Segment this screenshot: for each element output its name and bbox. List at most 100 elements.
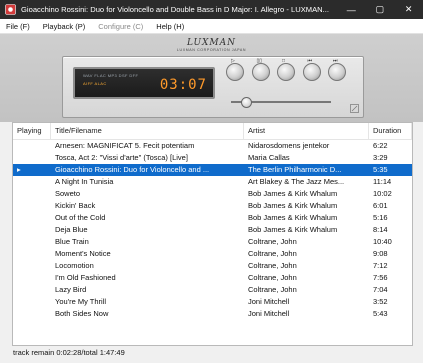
menu-file[interactable]: File (F)	[6, 22, 30, 31]
column-artist[interactable]: Artist	[244, 123, 369, 139]
track-duration: 6:22	[373, 141, 388, 150]
playing-indicator	[13, 212, 51, 224]
table-row[interactable]: Locomotion Coltrane, John 7:12	[13, 260, 412, 272]
track-title: I'm Old Fashioned	[55, 273, 116, 282]
track-title: Lazy Bird	[55, 285, 87, 294]
table-row[interactable]: I'm Old Fashioned Coltrane, John 7:56	[13, 272, 412, 284]
playing-indicator	[13, 224, 51, 236]
menu-configure[interactable]: Configure (C)	[98, 22, 143, 31]
track-title: Out of the Cold	[55, 213, 106, 222]
track-artist: Maria Callas	[248, 153, 290, 162]
stop-icon: □	[282, 58, 286, 64]
transport-buttons: ▷ ▯▯ □ ⏮ ⏭	[226, 58, 354, 81]
play-icon: ▷	[231, 58, 235, 64]
track-duration: 6:01	[373, 201, 388, 210]
playlist-rows: Arnesen: MAGNIFICAT 5. Fecit potentiam Ni…	[13, 140, 412, 320]
track-duration: 10:40	[373, 237, 392, 246]
playing-indicator	[13, 260, 51, 272]
table-row[interactable]: A Night In Tunisia Art Blakey & The Jazz …	[13, 176, 412, 188]
playing-indicator	[13, 296, 51, 308]
menu-help[interactable]: Help (H)	[156, 22, 184, 31]
control-panel: WAV FLAC MP3 DSF DFF AIFF ALAC 03:07 ▷ ▯…	[62, 56, 364, 118]
track-duration: 7:04	[373, 285, 388, 294]
track-duration: 7:56	[373, 273, 388, 282]
column-duration[interactable]: Duration	[369, 123, 412, 139]
window-title: Gioacchino Rossini: Duo for Violoncello …	[21, 5, 329, 14]
brand-name: LUXMAN	[186, 38, 237, 48]
table-row[interactable]: Both Sides Now Joni Mitchell 5:43	[13, 308, 412, 320]
pause-button[interactable]: ▯▯	[251, 58, 270, 81]
close-button[interactable]: ✕	[394, 0, 423, 19]
pause-icon: ▯▯	[256, 58, 263, 64]
track-artist: Bob James & Kirk Whalum	[248, 189, 338, 198]
table-row[interactable]: Soweto Bob James & Kirk Whalum 10:02	[13, 188, 412, 200]
next-icon: ⏭	[333, 58, 338, 64]
minimize-button[interactable]: —	[337, 0, 366, 19]
status-bar: track remain 0:02:28/total 1:47:49	[13, 348, 125, 357]
track-artist: Coltrane, John	[248, 285, 297, 294]
track-artist: Bob James & Kirk Whalum	[248, 201, 338, 210]
previous-button[interactable]: ⏮	[302, 58, 321, 81]
table-row[interactable]: Kickin' Back Bob James & Kirk Whalum 6:01	[13, 200, 412, 212]
maximize-button[interactable]: ▢	[366, 0, 395, 19]
brand-subtitle: LUXMAN CORPORATION JAPAN	[176, 48, 247, 52]
track-title: Locomotion	[55, 261, 94, 270]
previous-icon: ⏮	[307, 58, 313, 64]
track-duration: 9:08	[373, 249, 388, 258]
menu-bar: File (F) Playback (P) Configure (C) Help…	[0, 19, 423, 34]
track-duration: 7:12	[373, 261, 388, 270]
playing-indicator: ▸	[17, 165, 21, 174]
volume-slider-thumb[interactable]	[241, 97, 252, 108]
table-row[interactable]: Out of the Cold Bob James & Kirk Whalum 5:…	[13, 212, 412, 224]
track-duration: 3:29	[373, 153, 388, 162]
table-row[interactable]: Moment's Notice Coltrane, John 9:08	[13, 248, 412, 260]
track-artist: Coltrane, John	[248, 237, 297, 246]
table-row[interactable]: You're My Thrill Joni Mitchell 3:52	[13, 296, 412, 308]
playing-indicator	[13, 152, 51, 164]
stop-button[interactable]: □	[277, 58, 295, 81]
track-artist: Joni Mitchell	[248, 297, 290, 306]
track-duration: 11:14	[373, 177, 392, 186]
track-title: Blue Train	[55, 237, 89, 246]
brand-logo: LUXMAN LUXMAN CORPORATION JAPAN	[0, 38, 423, 52]
next-button[interactable]: ⏭	[328, 58, 346, 81]
track-duration: 10:02	[373, 189, 392, 198]
track-title: Tosca, Act 2: "Vissi d'arte" (Tosca) [Li…	[55, 153, 188, 162]
track-title: Gioacchino Rossini: Duo for Violoncello …	[55, 165, 210, 174]
track-title: Arnesen: MAGNIFICAT 5. Fecit potentiam	[55, 141, 195, 150]
track-artist: Joni Mitchell	[248, 309, 290, 318]
table-row[interactable]: Tosca, Act 2: "Vissi d'arte" (Tosca) [Li…	[13, 152, 412, 164]
track-artist: The Berlin Philharmonic D...	[248, 165, 342, 174]
title-bar: Gioacchino Rossini: Duo for Violoncello …	[0, 0, 423, 19]
track-title: Kickin' Back	[55, 201, 96, 210]
playlist-header: Playing Title/Filename Artist Duration	[13, 123, 412, 140]
column-playing[interactable]: Playing	[13, 123, 51, 139]
track-duration: 5:35	[373, 165, 388, 174]
volume-slider[interactable]	[231, 97, 331, 108]
track-title: Both Sides Now	[55, 309, 109, 318]
track-artist: Art Blakey & The Jazz Mes...	[248, 177, 345, 186]
track-artist: Bob James & Kirk Whalum	[248, 213, 338, 222]
column-title[interactable]: Title/Filename	[51, 123, 244, 139]
app-icon	[5, 4, 16, 15]
table-row[interactable]: Lazy Bird Coltrane, John 7:04	[13, 284, 412, 296]
playing-indicator	[13, 284, 51, 296]
track-artist: Bob James & Kirk Whalum	[248, 225, 338, 234]
table-row[interactable]: Deja Blue Bob James & Kirk Whalum 8:14	[13, 224, 412, 236]
track-duration: 8:14	[373, 225, 388, 234]
table-row[interactable]: ▸ Gioacchino Rossini: Duo for Violoncello…	[13, 164, 412, 176]
play-button[interactable]: ▷	[226, 58, 244, 81]
playing-indicator	[13, 236, 51, 248]
track-artist: Coltrane, John	[248, 273, 297, 282]
track-title: You're My Thrill	[55, 297, 107, 306]
playing-indicator	[13, 140, 51, 152]
track-duration: 5:43	[373, 309, 388, 318]
table-row[interactable]: Blue Train Coltrane, John 10:40	[13, 236, 412, 248]
menu-playback[interactable]: Playback (P)	[43, 22, 86, 31]
table-row[interactable]: Arnesen: MAGNIFICAT 5. Fecit potentiam Ni…	[13, 140, 412, 152]
player-panel: LUXMAN LUXMAN CORPORATION JAPAN WAV FLAC…	[0, 34, 423, 122]
elapsed-time: 03:07	[159, 77, 207, 93]
resize-icon[interactable]	[350, 104, 359, 113]
track-artist: Coltrane, John	[248, 261, 297, 270]
track-title: Deja Blue	[55, 225, 88, 234]
